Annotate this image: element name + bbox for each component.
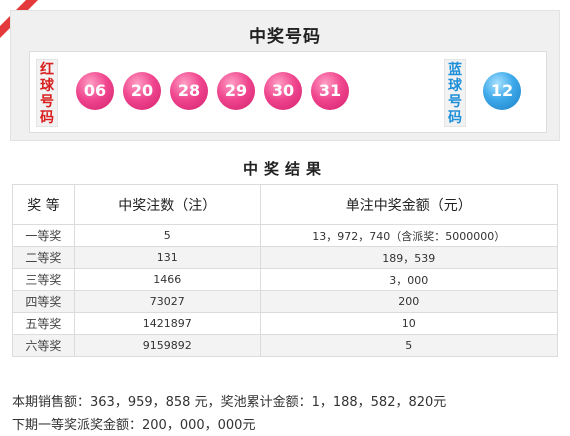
red-ball-label: 红 球 号 码 bbox=[36, 59, 58, 127]
red-ball: 28 bbox=[170, 72, 208, 110]
prize-amount: 200 bbox=[259, 290, 559, 313]
table-row: 四等奖 73027 200 bbox=[12, 290, 559, 313]
prize-level: 六等奖 bbox=[12, 334, 75, 357]
table-row: 三等奖 1466 3，000 bbox=[12, 268, 559, 291]
prize-amount: 189，539 bbox=[259, 246, 559, 269]
balls-container: 红 球 号 码 06 20 28 29 30 31 蓝 球 号 码 12 bbox=[29, 51, 547, 133]
prize-level: 一等奖 bbox=[12, 224, 75, 247]
prize-amount: 3，000 bbox=[259, 268, 559, 291]
table-row: 二等奖 131 189，539 bbox=[12, 246, 559, 269]
prize-level: 四等奖 bbox=[12, 290, 75, 313]
winner-count: 5 bbox=[73, 224, 261, 247]
winner-count: 73027 bbox=[73, 290, 261, 313]
prize-level: 二等奖 bbox=[12, 246, 75, 269]
table-header-row: 奖 等 中奖注数（注） 单注中奖金额（元） bbox=[12, 184, 559, 225]
red-ball: 29 bbox=[217, 72, 255, 110]
red-label-char: 红 bbox=[40, 62, 54, 78]
red-ball: 31 bbox=[311, 72, 349, 110]
header-count: 中奖注数（注） bbox=[73, 184, 261, 225]
winning-numbers-panel: 中奖号码 红 球 号 码 06 20 28 29 30 31 蓝 球 号 码 1… bbox=[10, 10, 560, 141]
prize-amount: 5 bbox=[259, 334, 559, 357]
prize-amount: 13，972，740（含派奖：5000000） bbox=[259, 224, 559, 247]
prize-amount: 10 bbox=[259, 312, 559, 335]
winner-count: 9159892 bbox=[73, 334, 261, 357]
header-amount: 单注中奖金额（元） bbox=[259, 184, 559, 225]
prize-level: 三等奖 bbox=[12, 268, 75, 291]
red-ball: 20 bbox=[123, 72, 161, 110]
red-ball: 30 bbox=[264, 72, 302, 110]
results-title: 中奖结果 bbox=[242, 160, 327, 178]
table-row: 一等奖 5 13，972，740（含派奖：5000000） bbox=[12, 224, 559, 247]
prize-level: 五等奖 bbox=[12, 312, 75, 335]
red-label-char: 球 bbox=[40, 78, 54, 94]
blue-label-char: 球 bbox=[448, 78, 462, 94]
winner-count: 131 bbox=[73, 246, 261, 269]
table-row: 五等奖 1421897 10 bbox=[12, 312, 559, 335]
red-label-char: 码 bbox=[40, 110, 54, 126]
blue-label-char: 码 bbox=[448, 110, 462, 126]
red-ball: 06 bbox=[76, 72, 114, 110]
header-level: 奖 等 bbox=[12, 184, 75, 225]
blue-ball-label: 蓝 球 号 码 bbox=[444, 59, 466, 127]
winner-count: 1421897 bbox=[73, 312, 261, 335]
winner-count: 1466 bbox=[73, 268, 261, 291]
next-jackpot-summary: 下期一等奖派奖金额：200，000，000元 bbox=[12, 418, 256, 433]
blue-label-char: 蓝 bbox=[448, 62, 462, 78]
red-label-char: 号 bbox=[40, 94, 54, 110]
blue-ball: 12 bbox=[483, 72, 521, 110]
table-row: 六等奖 9159892 5 bbox=[12, 334, 559, 357]
sales-summary: 本期销售额：363，959，858 元，奖池累计金额：1，188，582，820… bbox=[12, 395, 447, 410]
winning-numbers-title: 中奖号码 bbox=[249, 27, 321, 47]
prize-table: 奖 等 中奖注数（注） 单注中奖金额（元） 一等奖 5 13，972，740（含… bbox=[12, 184, 559, 357]
blue-label-char: 号 bbox=[448, 94, 462, 110]
